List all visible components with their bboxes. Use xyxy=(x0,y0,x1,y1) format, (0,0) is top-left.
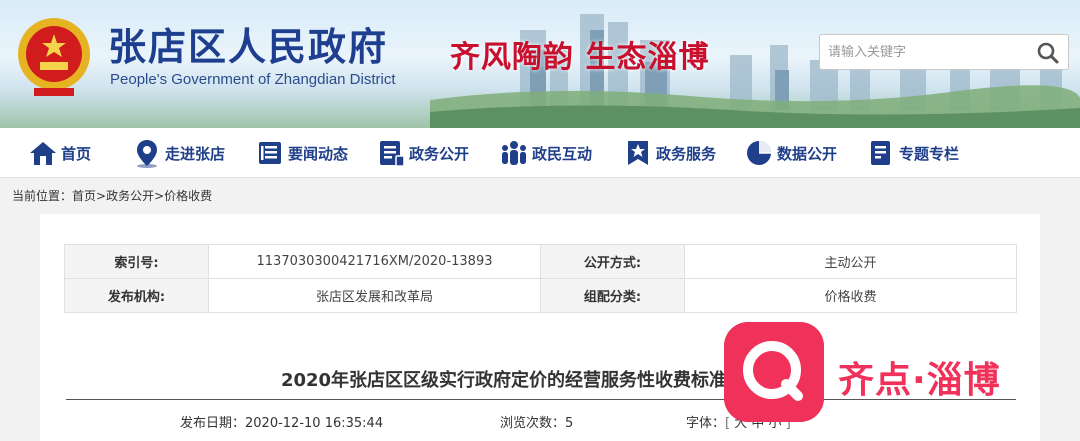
breadcrumb-price[interactable]: 价格收费 xyxy=(164,189,212,203)
nav-item-label: 数据公开 xyxy=(777,144,838,163)
org-value: 张店区发展和改革局 xyxy=(208,278,541,313)
nav-item-interaction[interactable]: 政民互动 xyxy=(499,136,592,170)
breadcrumb-home[interactable]: 首页 xyxy=(72,189,96,203)
mode-value: 主动公开 xyxy=(684,244,1017,279)
pie-chart-icon xyxy=(747,141,771,165)
main-nav: 首页 走进张店 要闻动态 政务公开 政民互动 政务服务 数据公开 专题专栏 xyxy=(0,128,1080,178)
font-label: 字体： xyxy=(686,416,726,431)
date-label: 发布日期： xyxy=(180,416,246,431)
breadcrumb-gov-open[interactable]: 政务公开 xyxy=(106,189,154,203)
table-row: 发布机构: 张店区发展和改革局 组配分类: 价格收费 xyxy=(64,278,1017,313)
breadcrumb-sep: > xyxy=(96,189,107,203)
magnifier-icon[interactable] xyxy=(1036,41,1060,65)
nav-item-gov-open[interactable]: 政务公开 xyxy=(376,136,469,170)
index-value: 1137030300421716XM/2020-13893 xyxy=(208,244,541,279)
search-input[interactable] xyxy=(828,41,1028,63)
site-title: 张店区人民政府 xyxy=(108,24,389,69)
people-icon xyxy=(502,141,526,165)
nav-item-label: 专题专栏 xyxy=(899,144,960,163)
home-icon xyxy=(30,142,56,165)
slogan: 齐风陶韵 生态淄博 xyxy=(450,40,710,75)
star-badge-icon xyxy=(628,141,648,165)
nav-item-news[interactable]: 要闻动态 xyxy=(255,136,348,170)
document-icon xyxy=(380,141,405,167)
nav-item-services[interactable]: 政务服务 xyxy=(623,136,716,170)
topic-icon xyxy=(871,141,890,165)
nav-item-topics[interactable]: 专题专栏 xyxy=(866,136,959,170)
nav-item-about[interactable]: 走进张店 xyxy=(132,136,225,170)
font-bracket-open: [ xyxy=(725,416,731,431)
category-label: 组配分类: xyxy=(540,278,685,313)
publish-date: 发布日期：2020-12-10 16:35:44 xyxy=(180,412,383,431)
index-label: 索引号: xyxy=(64,244,209,279)
nav-item-label: 走进张店 xyxy=(165,144,226,163)
view-count: 浏览次数：5 xyxy=(500,412,573,431)
views-label: 浏览次数： xyxy=(500,416,566,431)
search-box xyxy=(819,34,1069,70)
nav-item-label: 要闻动态 xyxy=(288,144,349,163)
nav-item-label: 首页 xyxy=(61,144,92,163)
header-banner: 张店区人民政府 People's Government of Zhangdian… xyxy=(0,0,1080,128)
news-icon xyxy=(259,142,281,164)
table-row: 索引号: 1137030300421716XM/2020-13893 公开方式:… xyxy=(64,244,1017,279)
site-subtitle: People's Government of Zhangdian Distric… xyxy=(110,71,396,88)
nav-item-data[interactable]: 数据公开 xyxy=(744,136,837,170)
meta-table: 索引号: 1137030300421716XM/2020-13893 公开方式:… xyxy=(64,244,1017,313)
qidian-logo-icon xyxy=(724,322,824,422)
content-card: 索引号: 1137030300421716XM/2020-13893 公开方式:… xyxy=(40,214,1040,441)
nav-item-home[interactable]: 首页 xyxy=(28,136,91,170)
breadcrumb-sep: > xyxy=(154,189,165,203)
nav-item-label: 政务公开 xyxy=(409,144,470,163)
nav-item-label: 政务服务 xyxy=(656,144,717,163)
views-value: 5 xyxy=(565,416,574,431)
date-value: 2020-12-10 16:35:44 xyxy=(245,416,384,431)
location-pin-icon xyxy=(137,140,157,168)
nav-item-label: 政民互动 xyxy=(532,144,593,163)
breadcrumb: 当前位置：首页>政务公开>价格收费 xyxy=(12,187,212,204)
org-label: 发布机构: xyxy=(64,278,209,313)
national-emblem-icon xyxy=(18,18,90,96)
category-value: 价格收费 xyxy=(684,278,1017,313)
watermark-text: 齐点·淄博 xyxy=(838,360,1001,401)
mode-label: 公开方式: xyxy=(540,244,685,279)
breadcrumb-prefix: 当前位置： xyxy=(12,189,73,203)
